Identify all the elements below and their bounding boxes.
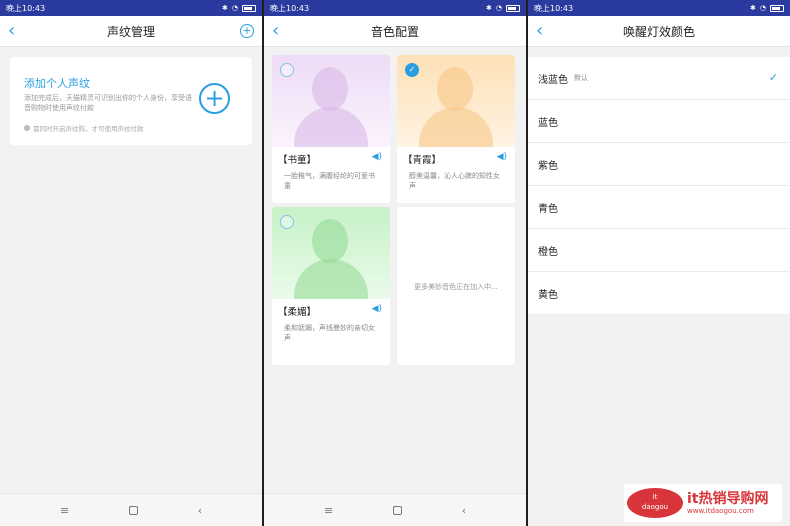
- watermark: it daogou it热销导购网 www.itdaogou.com: [624, 484, 782, 522]
- voice-name: 【柔媚】: [278, 307, 317, 318]
- voice-description: 柔和妩媚，声线曼妙的亲切女声: [284, 324, 375, 342]
- select-radio[interactable]: [280, 215, 294, 229]
- home-icon[interactable]: [128, 505, 138, 515]
- color-item-orange[interactable]: 橙色: [528, 229, 790, 272]
- color-label: 浅蓝色: [538, 74, 568, 86]
- screen-wake-light-color: 晚上10:43 ✱ ◔ ‹ 唤醒灯效颜色 浅蓝色 默认 ✓ 蓝色 紫色 青色 橙…: [528, 0, 790, 526]
- add-voiceprint-card[interactable]: 添加个人声纹 添加完成后，天猫精灵可识别出你的个人身份，享受语音购物时使用声纹付…: [10, 57, 252, 145]
- menu-icon[interactable]: ≡: [324, 504, 333, 517]
- status-bar: 晚上10:43 ✱ ◔: [264, 0, 526, 16]
- page-title: 声纹管理: [106, 24, 155, 39]
- check-icon: ✓: [768, 71, 778, 84]
- color-label: 黄色: [538, 289, 558, 301]
- status-icons: ✱ ◔: [222, 4, 256, 12]
- bluetooth-icon: ✱: [486, 4, 492, 12]
- voice-name: 【书童】: [278, 155, 317, 166]
- voice-name: 【青霞】: [403, 155, 442, 166]
- watermark-logo-it: it: [652, 493, 658, 501]
- color-item-cyan[interactable]: 青色: [528, 186, 790, 229]
- watermark-title: it热销导购网: [687, 490, 769, 507]
- speaker-icon[interactable]: ◀): [497, 152, 507, 162]
- status-icons: ✱ ◔: [486, 4, 520, 12]
- wifi-icon: ◔: [231, 4, 238, 12]
- add-voiceprint-button[interactable]: +: [199, 83, 230, 114]
- silhouette-body: [294, 107, 368, 147]
- add-icon[interactable]: +: [240, 24, 254, 38]
- select-radio-checked[interactable]: ✓: [405, 63, 419, 77]
- silhouette-body: [294, 259, 368, 299]
- more-voices-text: 更多美妙音色正在加入中...: [414, 283, 498, 291]
- silhouette-head: [437, 67, 473, 111]
- system-nav: ≡ ‹: [264, 493, 526, 526]
- card-description: 添加完成后，天猫精灵可识别出你的个人身份，享受语音购物时使用声纹付款: [24, 94, 192, 112]
- card-title: 添加个人声纹: [24, 77, 90, 90]
- voice-description: 醇美温馨，沁人心脾的知性女声: [409, 172, 500, 190]
- card-note: 需同时开启声纹购，才可使用声纹付款: [24, 123, 144, 133]
- watermark-text: it热销导购网 www.itdaogou.com: [687, 491, 769, 516]
- color-label: 橙色: [538, 246, 558, 258]
- silhouette-head: [312, 67, 348, 111]
- wifi-icon: ◔: [759, 4, 766, 12]
- watermark-url: www.itdaogou.com: [687, 506, 754, 515]
- back-icon[interactable]: ‹: [272, 21, 279, 41]
- home-icon[interactable]: [392, 505, 402, 515]
- screen-voice-config: 晚上10:43 ✱ ◔ ‹ 音色配置 【书童】 ◀) 一脸稚气，满腹经纶的可爱书…: [264, 0, 526, 526]
- system-nav: ≡ ‹: [0, 493, 262, 526]
- bluetooth-icon: ✱: [750, 4, 756, 12]
- status-time: 晚上10:43: [6, 3, 46, 13]
- page-title: 唤醒灯效颜色: [622, 24, 695, 39]
- wifi-icon: ◔: [495, 4, 502, 12]
- speaker-icon[interactable]: ◀): [372, 304, 382, 314]
- color-item-yellow[interactable]: 黄色: [528, 272, 790, 315]
- color-label: 蓝色: [538, 117, 558, 129]
- color-list: 浅蓝色 默认 ✓ 蓝色 紫色 青色 橙色 黄色: [528, 57, 790, 315]
- speaker-icon[interactable]: ◀): [372, 152, 382, 162]
- nav-bar: ‹ 声纹管理 +: [0, 16, 262, 47]
- menu-icon[interactable]: ≡: [60, 504, 69, 517]
- battery-icon: [506, 4, 520, 12]
- bluetooth-icon: ✱: [222, 4, 228, 12]
- color-label: 紫色: [538, 160, 558, 172]
- info-icon: [24, 125, 30, 131]
- select-radio[interactable]: [280, 63, 294, 77]
- nav-bar: ‹ 唤醒灯效颜色: [528, 16, 790, 47]
- status-time: 晚上10:43: [270, 3, 310, 13]
- back-icon[interactable]: ‹: [8, 21, 15, 41]
- battery-icon: [770, 4, 784, 12]
- silhouette-head: [312, 219, 348, 263]
- screen-voiceprint: 晚上10:43 ✱ ◔ ‹ 声纹管理 + 添加个人声纹 添加完成后，天猫精灵可识…: [0, 0, 262, 526]
- page-title: 音色配置: [370, 24, 419, 39]
- color-item-blue[interactable]: 蓝色: [528, 100, 790, 143]
- color-item-purple[interactable]: 紫色: [528, 143, 790, 186]
- color-label: 青色: [538, 203, 558, 215]
- color-item-light-blue[interactable]: 浅蓝色 默认 ✓: [528, 57, 790, 100]
- default-tag: 默认: [574, 74, 588, 82]
- back-nav-icon[interactable]: ‹: [462, 504, 466, 517]
- status-bar: 晚上10:43 ✱ ◔: [528, 0, 790, 16]
- watermark-logo-sub: daogou: [641, 503, 669, 511]
- nav-bar: ‹ 音色配置: [264, 16, 526, 47]
- watermark-logo: it daogou: [627, 488, 683, 518]
- battery-icon: [242, 4, 256, 12]
- back-nav-icon[interactable]: ‹: [198, 504, 202, 517]
- back-icon[interactable]: ‹: [536, 21, 543, 41]
- voice-card[interactable]: 【柔媚】 ◀) 柔和妩媚，声线曼妙的亲切女声: [272, 207, 390, 365]
- status-bar: 晚上10:43 ✱ ◔: [0, 0, 262, 16]
- silhouette-body: [419, 107, 493, 147]
- voice-card[interactable]: ✓ 【青霞】 ◀) 醇美温馨，沁人心脾的知性女声: [397, 55, 515, 203]
- status-icons: ✱ ◔: [750, 4, 784, 12]
- status-time: 晚上10:43: [534, 3, 574, 13]
- card-note-text: 需同时开启声纹购，才可使用声纹付款: [33, 125, 144, 133]
- voice-card[interactable]: 【书童】 ◀) 一脸稚气，满腹经纶的可爱书童: [272, 55, 390, 203]
- more-voices-card: 更多美妙音色正在加入中...: [397, 207, 515, 365]
- voice-description: 一脸稚气，满腹经纶的可爱书童: [284, 172, 375, 190]
